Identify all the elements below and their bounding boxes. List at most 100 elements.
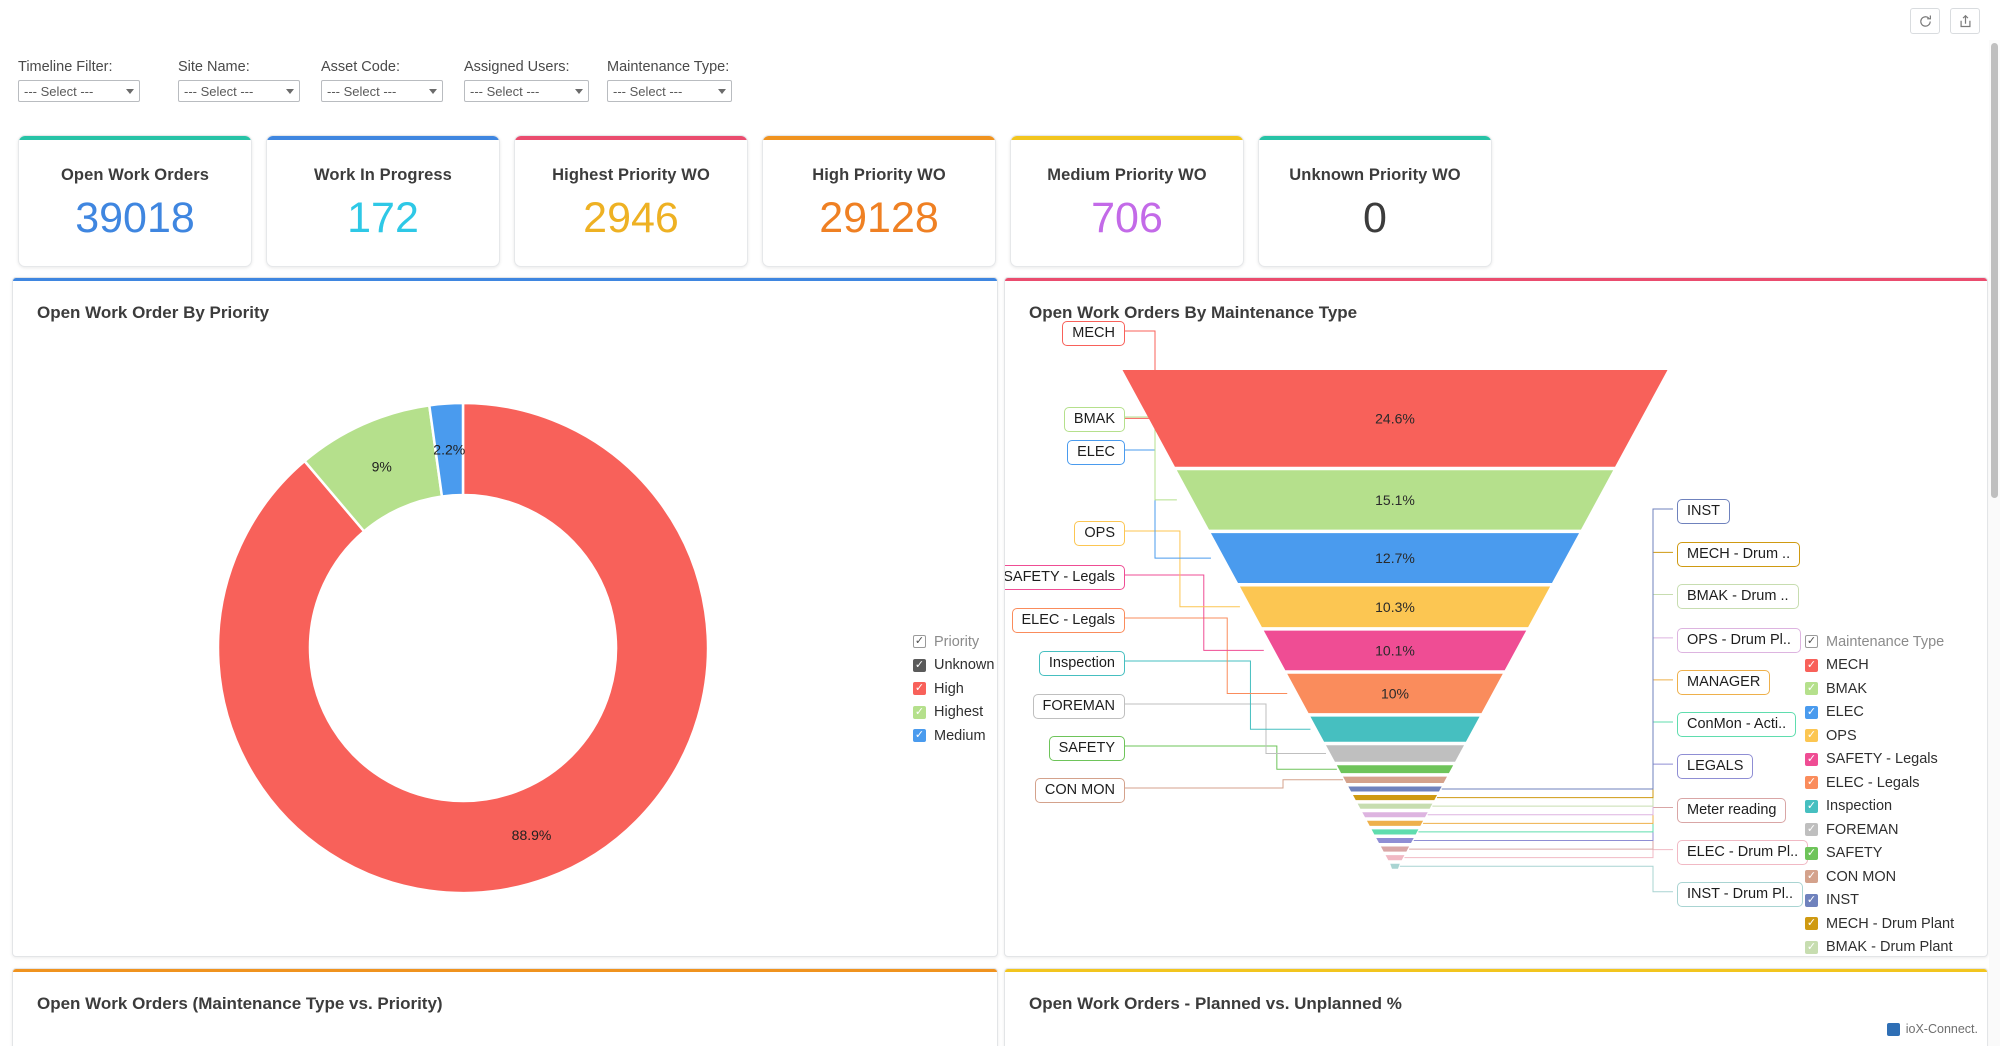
legend-mtype-item-label: Inspection [1826,798,1893,815]
funnel-callout-left[interactable]: CON MON [1034,778,1125,803]
funnel-band[interactable] [1310,716,1480,742]
legend-priority-item[interactable]: ✓ Unknown [913,654,994,678]
kpi-card-work-in-progress[interactable]: Work In Progress 172 [266,135,500,267]
funnel-callout-left[interactable]: OPS [1074,521,1125,546]
funnel-callout-right[interactable]: MECH - Drum .. [1677,542,1801,568]
legend-mtype-item[interactable]: ✓ ELEC - Legals [1805,771,1973,795]
funnel-callout-left[interactable]: ELEC - Legals [1011,608,1125,633]
funnel-band[interactable] [1366,820,1424,826]
funnel-callout-right[interactable]: ConMon - Acti.. [1677,712,1797,738]
funnel-callout-right[interactable]: OPS - Drum Pl.. [1677,627,1801,653]
panel-accent-bar [13,969,997,972]
legend-mtype-item[interactable]: ✓ MECH - Drum Plant [1805,912,1973,936]
filter-timeline-select[interactable]: --- Select --- [18,80,140,102]
filter-assigned-users: Assigned Users: --- Select --- [464,60,589,102]
legend-mtype-item[interactable]: ✓ Inspection [1805,795,1973,819]
checkbox-icon: ✓ [1805,682,1818,696]
legend-mtype-item[interactable]: ✓ BMAK - Drum Plant [1805,936,1973,957]
funnel-band[interactable] [1376,837,1414,844]
legend-mtype-item[interactable]: ✓ OPS [1805,724,1973,748]
kpi-title: Work In Progress [314,166,452,184]
legend-priority-item-label: Highest [934,704,984,721]
filter-asset-code-select[interactable]: --- Select --- [321,80,443,102]
filter-assigned-users-select[interactable]: --- Select --- [464,80,589,102]
legend-priority-item-label: High [934,680,964,697]
kpi-card-medium-priority-wo[interactable]: Medium Priority WO 706 [1010,135,1244,267]
legend-mtype-item[interactable]: ✓ FOREMAN [1805,818,1973,842]
checkbox-icon: ✓ [1805,752,1818,766]
filter-asset-code-label: Asset Code: [321,59,400,75]
kpi-accent-bar [267,136,499,140]
funnel-callout-left[interactable]: MECH [1062,321,1125,346]
funnel-callout-right[interactable]: MANAGER [1677,669,1771,695]
legend-mtype-header[interactable]: ✓ Maintenance Type [1805,630,1973,654]
funnel-callout-left[interactable]: Inspection [1038,651,1125,676]
funnel-band[interactable] [1390,863,1400,869]
funnel-callout-right[interactable]: BMAK - Drum .. [1677,584,1799,610]
legend-mtype-item[interactable]: ✓ SAFETY - Legals [1805,748,1973,772]
legend-mtype-item[interactable]: ✓ ELEC [1805,701,1973,725]
funnel-band[interactable] [1371,829,1419,835]
legend-mtype-item[interactable]: ✓ MECH [1805,654,1973,678]
kpi-value: 0 [1363,194,1387,242]
kpi-card-high-priority-wo[interactable]: High Priority WO 29128 [762,135,996,267]
share-icon[interactable] [1950,8,1980,34]
filter-maintenance-type-select[interactable]: --- Select --- [607,80,732,102]
funnel-callout-right[interactable]: INST [1677,498,1731,524]
watermark: ioX-Connect. [1886,1022,1978,1036]
legend-priority-item[interactable]: ✓ Medium [913,724,994,748]
funnel-band[interactable] [1348,786,1442,792]
funnel-callout-left[interactable]: SAFETY - Legals [1005,565,1125,590]
chevron-down-icon [575,89,583,94]
funnel-band[interactable] [1352,795,1438,801]
scrollbar-thumb[interactable] [1991,43,1998,498]
kpi-accent-bar [19,136,251,140]
funnel-callout-left[interactable]: FOREMAN [1032,694,1125,719]
legend-mtype-item[interactable]: ✓ CON MON [1805,865,1973,889]
funnel-callout-leader [1125,779,1344,789]
funnel-band-label: 15.1% [1375,492,1415,508]
legend-priority-item-label: Unknown [934,657,995,674]
filter-site-name-select[interactable]: --- Select --- [178,80,300,102]
funnel-callout-right[interactable]: INST - Drum Pl.. [1677,881,1804,907]
kpi-card-highest-priority-wo[interactable]: Highest Priority WO 2946 [514,135,748,267]
refresh-icon[interactable] [1910,8,1940,34]
legend-priority-item[interactable]: ✓ High [913,677,994,701]
legend-priority-item[interactable]: ✓ Highest [913,701,994,725]
legend-mtype-item[interactable]: ✓ INST [1805,889,1973,913]
kpi-card-unknown-priority-wo[interactable]: Unknown Priority WO 0 [1258,135,1492,267]
funnel-callout-right[interactable]: Meter reading [1677,797,1787,823]
kpi-card-open-work-orders[interactable]: Open Work Orders 39018 [18,135,252,267]
funnel-band[interactable] [1362,812,1428,818]
funnel-callout-right[interactable]: ELEC - Drum Pl.. [1677,839,1809,865]
page-scrollbar[interactable] [1989,40,2000,1046]
checkbox-icon: ✓ [1805,799,1818,813]
funnel-callout-right[interactable]: LEGALS [1677,754,1754,780]
top-toolbar [0,0,2000,40]
funnel-band-label: 10.1% [1375,642,1415,658]
funnel-callout-leader [1125,660,1311,730]
funnel-band[interactable] [1325,745,1465,762]
funnel-band-label: 10% [1381,685,1409,701]
kpi-title: Unknown Priority WO [1289,166,1461,184]
panel-title-planned: Open Work Orders - Planned vs. Unplanned… [1029,994,1402,1013]
funnel-callout-left[interactable]: ELEC [1067,440,1125,465]
funnel-band[interactable] [1380,846,1410,852]
funnel-band[interactable] [1343,776,1447,783]
funnel-callout-left[interactable]: BMAK [1063,407,1125,432]
funnel-band[interactable] [1385,855,1405,861]
legend-mtype-item-label: SAFETY [1826,845,1883,862]
panel-planned-vs-unplanned: Open Work Orders - Planned vs. Unplanned… [1004,968,1988,1046]
kpi-value: 706 [1091,194,1163,242]
legend-priority-header[interactable]: ✓ Priority [913,630,994,654]
legend-mtype-item[interactable]: ✓ SAFETY [1805,842,1973,866]
legend-mtype-item-label: OPS [1826,727,1857,744]
funnel-callout-left[interactable]: SAFETY [1048,736,1125,761]
donut-chart[interactable]: 88.9% 9% 2.2% [213,398,713,898]
funnel-band[interactable] [1336,765,1454,774]
filter-site-name-label: Site Name: [178,59,250,75]
checkbox-icon: ✓ [1805,870,1818,884]
filter-maintenance-type: Maintenance Type: --- Select --- [607,60,732,102]
legend-mtype-item[interactable]: ✓ BMAK [1805,677,1973,701]
funnel-band[interactable] [1357,803,1433,809]
